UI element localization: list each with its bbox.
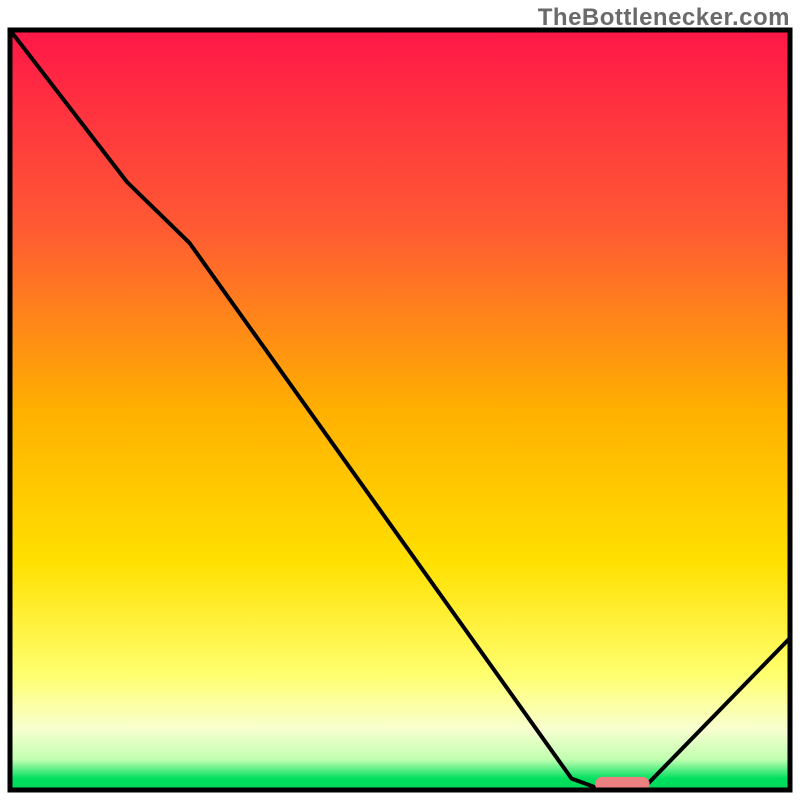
bottleneck-chart bbox=[0, 0, 800, 800]
plot-background bbox=[10, 30, 790, 790]
watermark-label: TheBottlenecker.com bbox=[538, 4, 790, 32]
chart-container: TheBottlenecker.com bbox=[0, 0, 800, 800]
